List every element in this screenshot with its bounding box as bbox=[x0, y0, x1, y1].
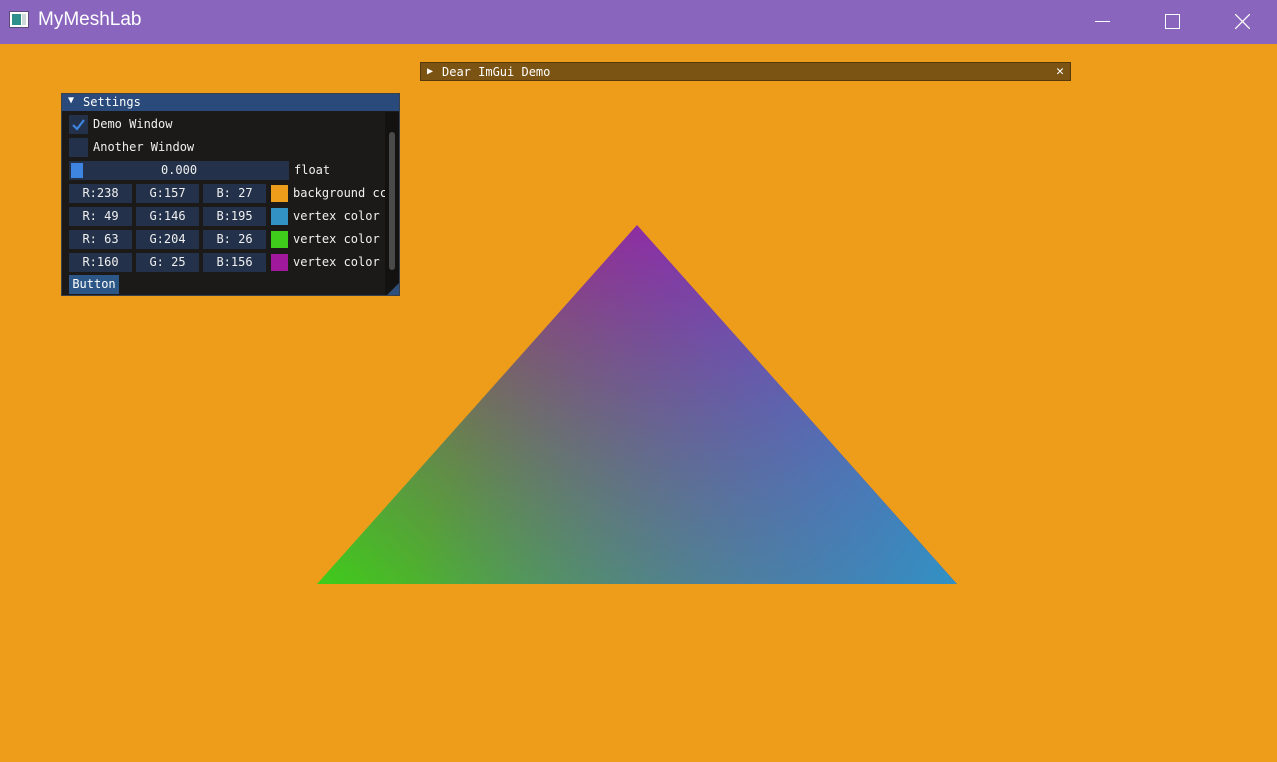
button[interactable]: Button bbox=[69, 275, 119, 294]
triangle-blend bbox=[317, 225, 957, 584]
another-window-label: Another Window bbox=[93, 140, 195, 154]
checkmark-icon bbox=[72, 119, 85, 131]
blue-input[interactable]: B:156 bbox=[203, 253, 266, 272]
settings-title: Settings bbox=[83, 95, 141, 109]
slider-label: float bbox=[294, 163, 331, 177]
slider-value: 0.000 bbox=[160, 163, 198, 177]
green-input[interactable]: G:204 bbox=[136, 230, 199, 249]
color-label: background cc bbox=[293, 186, 387, 200]
blue-input[interactable]: B:195 bbox=[203, 207, 266, 226]
demo-window-label: Demo Window bbox=[93, 117, 173, 131]
color-swatch[interactable] bbox=[271, 185, 288, 202]
scrollbar-thumb[interactable] bbox=[389, 132, 395, 270]
blue-input[interactable]: B: 26 bbox=[203, 230, 266, 249]
blue-input[interactable]: B: 27 bbox=[203, 184, 266, 203]
color-label: vertex color bbox=[293, 209, 380, 223]
red-input[interactable]: R:160 bbox=[69, 253, 132, 272]
color-label: vertex color bbox=[293, 255, 380, 269]
resize-grip[interactable] bbox=[387, 283, 399, 295]
red-input[interactable]: R:238 bbox=[69, 184, 132, 203]
settings-window: ▼ Settings Demo Window Another Window 0.… bbox=[61, 93, 400, 296]
demo-window-checkbox[interactable] bbox=[69, 115, 88, 134]
green-input[interactable]: G:146 bbox=[136, 207, 199, 226]
color-swatch[interactable] bbox=[271, 254, 288, 271]
green-input[interactable]: G:157 bbox=[136, 184, 199, 203]
another-window-checkbox[interactable] bbox=[69, 138, 88, 157]
red-input[interactable]: R: 63 bbox=[69, 230, 132, 249]
color-swatch[interactable] bbox=[271, 231, 288, 248]
color-swatch[interactable] bbox=[271, 208, 288, 225]
float-slider[interactable]: 0.000 bbox=[69, 161, 289, 180]
red-input[interactable]: R: 49 bbox=[69, 207, 132, 226]
collapse-arrow-icon[interactable]: ▼ bbox=[68, 95, 74, 106]
color-label: vertex color bbox=[293, 232, 380, 246]
green-input[interactable]: G: 25 bbox=[136, 253, 199, 272]
settings-titlebar[interactable]: ▼ Settings bbox=[62, 94, 399, 111]
